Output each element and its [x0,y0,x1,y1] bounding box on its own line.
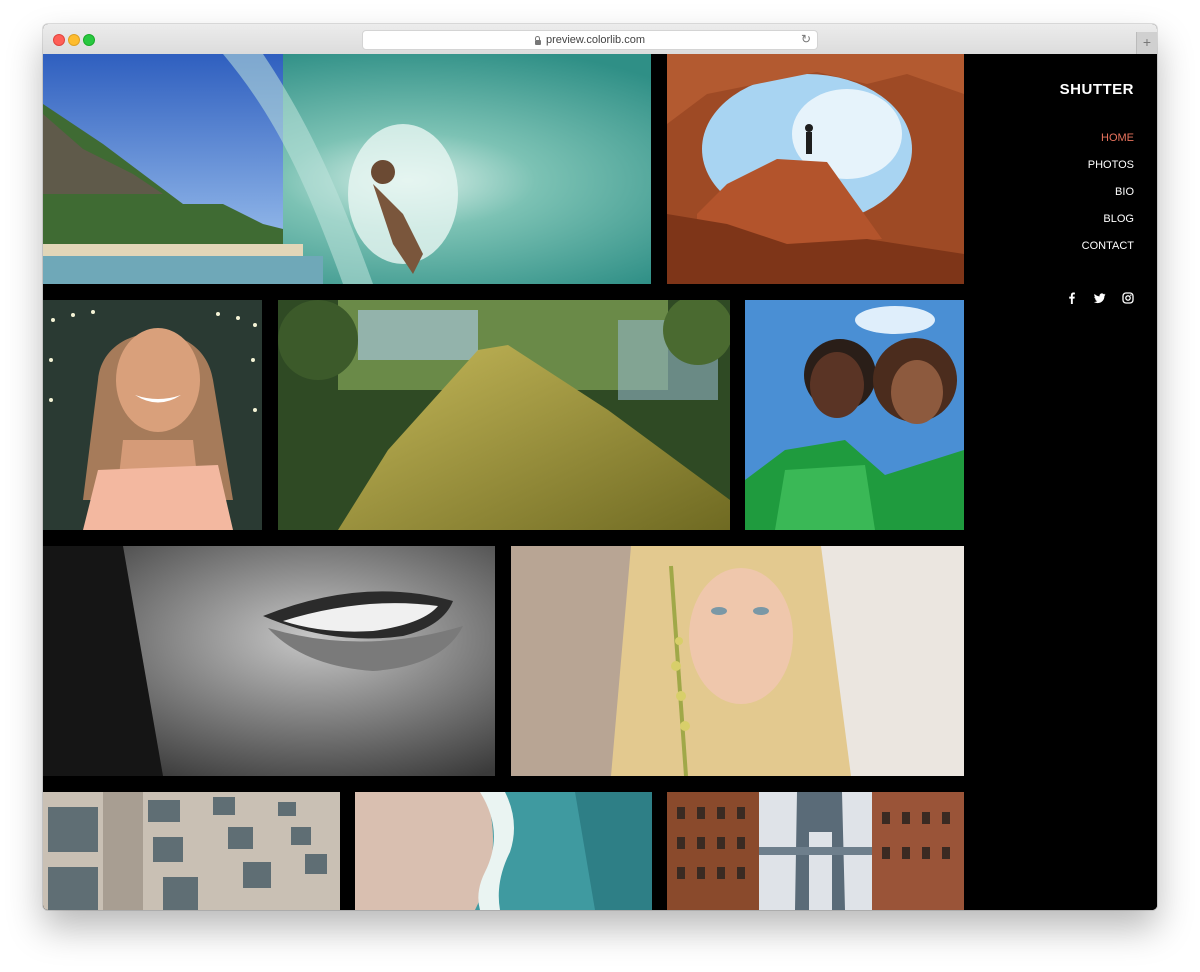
smile-bw-photo[interactable] [43,546,495,776]
blonde-woman-photo[interactable] [511,546,964,776]
zoom-window-button[interactable] [83,34,95,46]
close-window-button[interactable] [53,34,65,46]
browser-toolbar: preview.colorlib.com ↻ + [43,24,1157,55]
nav-link-bio[interactable]: BIO [1082,185,1134,212]
nav-link-contact[interactable]: CONTACT [1082,239,1134,266]
rock-arch-photo[interactable] [667,54,964,284]
nav-link-blog[interactable]: BLOG [1082,212,1134,239]
moss-tree-photo[interactable] [278,300,730,530]
site-sidebar: SHUTTER HOME PHOTOS BIO BLOG CONTACT [964,54,1157,910]
facebook-icon[interactable] [1066,291,1078,304]
social-links [1066,291,1134,304]
nav-link-photos[interactable]: PHOTOS [1082,158,1134,185]
browser-window: preview.colorlib.com ↻ + SHUTTER HOME PH… [43,24,1157,910]
new-tab-button[interactable]: + [1136,32,1157,54]
nav-link-home[interactable]: HOME [1082,131,1134,158]
two-women-photo[interactable] [745,300,964,530]
url-text: preview.colorlib.com [545,34,646,46]
ocean-shore-photo[interactable] [355,792,652,910]
instagram-icon[interactable] [1122,291,1134,304]
site-logo[interactable]: SHUTTER [1060,81,1134,98]
surfer-wave-photo[interactable] [43,54,651,284]
address-bar[interactable]: preview.colorlib.com ↻ [362,30,818,50]
minimize-window-button[interactable] [68,34,80,46]
twitter-icon[interactable] [1093,291,1106,304]
main-nav: HOME PHOTOS BIO BLOG CONTACT [1082,131,1134,266]
smiling-woman-photo[interactable] [43,300,262,530]
reload-icon[interactable]: ↻ [801,32,811,46]
lock-icon [534,35,541,45]
manhattan-bridge-photo[interactable] [667,792,964,910]
page-viewport: SHUTTER HOME PHOTOS BIO BLOG CONTACT [43,54,1157,910]
building-facade-photo[interactable] [43,792,340,910]
